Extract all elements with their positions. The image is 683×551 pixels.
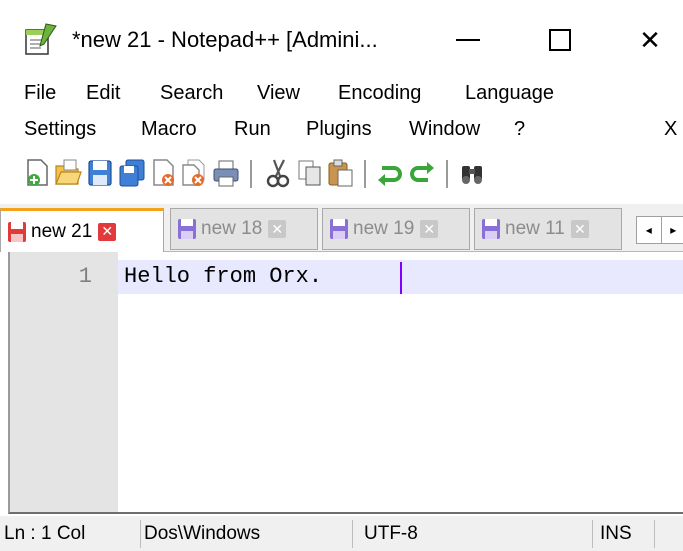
cut-icon[interactable] xyxy=(264,158,292,188)
menu-macro[interactable]: Macro xyxy=(141,118,197,141)
status-bar: Ln : 1 Col Dos\Windows UTF-8 INS xyxy=(0,516,683,551)
document-tab-bar: new 21 ✕ new 18 ✕ new 19 ✕ new 11 ✕ ◂ ▸ xyxy=(0,204,683,252)
maximize-button[interactable] xyxy=(526,16,594,64)
save-icon[interactable] xyxy=(86,158,114,188)
save-all-icon[interactable] xyxy=(118,158,146,188)
close-icon: ✕ xyxy=(639,24,661,55)
status-encoding: UTF-8 xyxy=(364,522,418,544)
window-title: *new 21 - Notepad++ [Admini... xyxy=(72,27,378,52)
toolbar-separator xyxy=(364,160,366,188)
open-file-icon[interactable] xyxy=(54,158,82,188)
tab-label: new 11 xyxy=(505,218,565,239)
tab-label: new 18 xyxy=(201,218,263,239)
menu-encoding[interactable]: Encoding xyxy=(338,82,421,105)
close-button[interactable]: ✕ xyxy=(616,16,683,64)
menu-bar-row-2: Settings Macro Run Plugins Window ? X xyxy=(0,114,683,150)
text-caret xyxy=(400,262,402,294)
status-separator xyxy=(352,520,353,548)
menu-edit[interactable]: Edit xyxy=(86,82,120,105)
minimize-icon xyxy=(456,39,480,41)
paste-icon[interactable] xyxy=(326,158,354,188)
copy-icon[interactable] xyxy=(296,158,324,188)
menu-view[interactable]: View xyxy=(257,82,300,105)
minimize-button[interactable] xyxy=(434,16,502,64)
redo-icon[interactable] xyxy=(408,158,436,188)
menu-file[interactable]: File xyxy=(24,82,56,105)
maximize-icon xyxy=(549,29,571,51)
tab-close-icon[interactable]: ✕ xyxy=(268,220,287,238)
menu-bar-row-1: File Edit Search View Encoding Language xyxy=(0,78,683,114)
find-icon[interactable] xyxy=(458,158,486,188)
tab-new-11[interactable]: new 11 ✕ xyxy=(474,208,622,250)
menu-run[interactable]: Run xyxy=(234,118,271,141)
status-eol-format: Dos\Windows xyxy=(144,522,261,544)
tab-new-21[interactable]: new 21 ✕ xyxy=(0,208,164,252)
menu-close-document[interactable]: X xyxy=(664,118,677,141)
tab-scroll-right-icon[interactable]: ▸ xyxy=(662,217,683,243)
status-separator xyxy=(654,520,655,548)
line-number-gutter: 1 xyxy=(10,252,118,512)
toolbar-separator xyxy=(250,160,252,188)
menu-search[interactable]: Search xyxy=(160,82,223,105)
tab-label: new 21 xyxy=(31,220,93,242)
tab-close-icon[interactable]: ✕ xyxy=(570,220,589,238)
menu-help[interactable]: ? xyxy=(514,118,525,141)
status-separator xyxy=(140,520,141,548)
toolbar-separator xyxy=(446,160,448,188)
close-file-icon[interactable] xyxy=(150,158,178,188)
tab-label: new 19 xyxy=(353,218,415,239)
tab-scroll-control: ◂ ▸ xyxy=(636,216,683,244)
editor-line-text[interactable]: Hello from Orx. xyxy=(124,264,322,289)
menu-window[interactable]: Window xyxy=(409,118,480,141)
tab-close-icon[interactable]: ✕ xyxy=(420,220,439,238)
saved-disk-icon xyxy=(482,219,500,239)
menu-language[interactable]: Language xyxy=(465,82,554,105)
tab-close-icon[interactable]: ✕ xyxy=(98,222,117,241)
status-insert-mode: INS xyxy=(600,522,632,544)
status-separator xyxy=(592,520,593,548)
title-bar: *new 21 - Notepad++ [Admini... ✕ xyxy=(0,0,683,80)
editor-area[interactable]: 1 Hello from Orx. xyxy=(8,252,683,514)
unsaved-disk-icon xyxy=(8,221,26,242)
toolbar xyxy=(0,150,683,198)
print-icon[interactable] xyxy=(212,158,240,188)
tab-new-18[interactable]: new 18 ✕ xyxy=(170,208,318,250)
tab-new-19[interactable]: new 19 ✕ xyxy=(322,208,470,250)
menu-plugins[interactable]: Plugins xyxy=(306,118,372,141)
close-all-icon[interactable] xyxy=(180,158,208,188)
menu-settings[interactable]: Settings xyxy=(24,118,96,141)
saved-disk-icon xyxy=(178,219,196,239)
undo-icon[interactable] xyxy=(376,158,404,188)
status-cursor-position: Ln : 1 Col xyxy=(4,522,86,544)
saved-disk-icon xyxy=(330,219,348,239)
new-file-icon[interactable] xyxy=(24,158,52,188)
tab-scroll-left-icon[interactable]: ◂ xyxy=(637,217,662,243)
line-number: 1 xyxy=(78,264,92,289)
notepad-plus-plus-app-icon[interactable] xyxy=(24,22,58,58)
